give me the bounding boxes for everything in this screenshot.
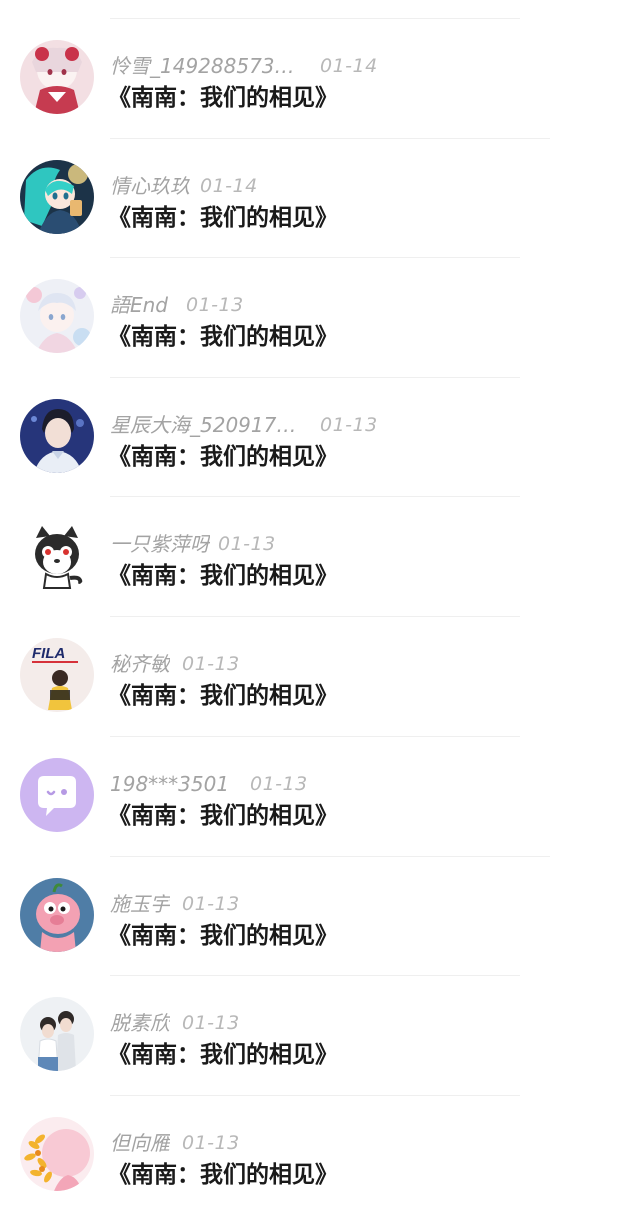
comment-title[interactable]: 《南南：我们的相见》	[108, 1159, 338, 1191]
comment-date: 01-13	[320, 414, 378, 436]
comment-date: 01-13	[182, 653, 240, 675]
user-avatar[interactable]	[20, 160, 94, 234]
username[interactable]: 星辰大海_5209175…	[110, 411, 300, 439]
user-avatar[interactable]	[20, 40, 94, 114]
username[interactable]: 198***3501	[110, 770, 229, 798]
comment-meta: 但向雁 01-13	[110, 1129, 239, 1157]
list-item[interactable]: 198***3501 01-13 《南南：我们的相见》	[0, 738, 640, 858]
user-avatar[interactable]	[20, 399, 94, 473]
user-avatar[interactable]	[20, 279, 94, 353]
divider	[110, 1095, 520, 1096]
svg-text:FILA: FILA	[32, 645, 65, 662]
username[interactable]: 秘齐敏	[110, 650, 170, 678]
list-item[interactable]: 怜雪_149288573… 01-14 《南南：我们的相见》	[0, 20, 640, 140]
username[interactable]: 一只紫萍呀	[110, 530, 210, 558]
list-item[interactable]: 但向雁 01-13 《南南：我们的相见》	[0, 1097, 640, 1217]
username[interactable]: 語End	[110, 291, 168, 319]
user-avatar[interactable]	[20, 518, 94, 592]
comment-date: 01-13	[186, 294, 244, 316]
list-item[interactable]: 脱素欣 01-13 《南南：我们的相见》	[0, 977, 640, 1097]
comment-date: 01-13	[182, 1012, 240, 1034]
username[interactable]: 脱素欣	[110, 1009, 170, 1037]
comment-meta: 脱素欣 01-13	[110, 1009, 239, 1037]
comment-title[interactable]: 《南南：我们的相见》	[108, 800, 338, 832]
comment-title[interactable]: 《南南：我们的相见》	[108, 560, 338, 592]
comment-title[interactable]: 《南南：我们的相见》	[108, 680, 338, 712]
list-item[interactable]: 情心玖玖 01-14 《南南：我们的相见》	[0, 140, 640, 260]
user-avatar[interactable]	[20, 1117, 94, 1191]
divider	[110, 257, 520, 258]
divider	[110, 975, 520, 976]
comment-meta: 情心玖玖 01-14	[110, 172, 257, 200]
list-item[interactable]: FILA 秘齐敏 01-13 《南南：我们的相见》	[0, 618, 640, 738]
username[interactable]: 怜雪_149288573…	[110, 52, 295, 80]
comment-meta: 星辰大海_5209175… 01-13	[110, 411, 377, 439]
user-avatar[interactable]: FILA	[20, 638, 94, 712]
comment-title[interactable]: 《南南：我们的相见》	[108, 1039, 338, 1071]
divider	[110, 616, 520, 617]
user-avatar[interactable]	[20, 997, 94, 1071]
comment-date: 01-13	[218, 533, 276, 555]
comment-date: 01-14	[200, 175, 258, 197]
list-item[interactable]: 一只紫萍呀 01-13 《南南：我们的相见》	[0, 498, 640, 618]
comment-date: 01-13	[182, 893, 240, 915]
user-avatar[interactable]	[20, 758, 94, 832]
list-item[interactable]: 語End 01-13 《南南：我们的相见》	[0, 259, 640, 379]
divider	[110, 496, 520, 497]
comment-meta: 語End 01-13	[110, 291, 243, 319]
divider	[110, 377, 520, 378]
username[interactable]: 施玉宇	[110, 890, 170, 918]
comment-meta: 198***3501 01-13	[110, 770, 307, 798]
list-item[interactable]: 施玉宇 01-13 《南南：我们的相见》	[0, 858, 640, 978]
comment-meta: 怜雪_149288573… 01-14	[110, 52, 377, 80]
comment-meta: 施玉宇 01-13	[110, 890, 239, 918]
username[interactable]: 情心玖玖	[110, 172, 190, 200]
divider	[110, 138, 550, 139]
comment-date: 01-13	[250, 773, 308, 795]
comment-title[interactable]: 《南南：我们的相见》	[108, 441, 338, 473]
user-avatar[interactable]	[20, 878, 94, 952]
divider	[110, 856, 550, 857]
comment-title[interactable]: 《南南：我们的相见》	[108, 202, 338, 234]
divider	[110, 736, 520, 737]
comment-title[interactable]: 《南南：我们的相见》	[108, 82, 338, 114]
comment-meta: 一只紫萍呀 01-13	[110, 530, 275, 558]
username[interactable]: 但向雁	[110, 1129, 170, 1157]
list-item[interactable]: 星辰大海_5209175… 01-13 《南南：我们的相见》	[0, 379, 640, 499]
comment-title[interactable]: 《南南：我们的相见》	[108, 321, 338, 353]
comment-date: 01-13	[182, 1132, 240, 1154]
divider	[110, 18, 520, 19]
comment-meta: 秘齐敏 01-13	[110, 650, 239, 678]
comment-title[interactable]: 《南南：我们的相见》	[108, 920, 338, 952]
comment-date: 01-14	[320, 55, 378, 77]
